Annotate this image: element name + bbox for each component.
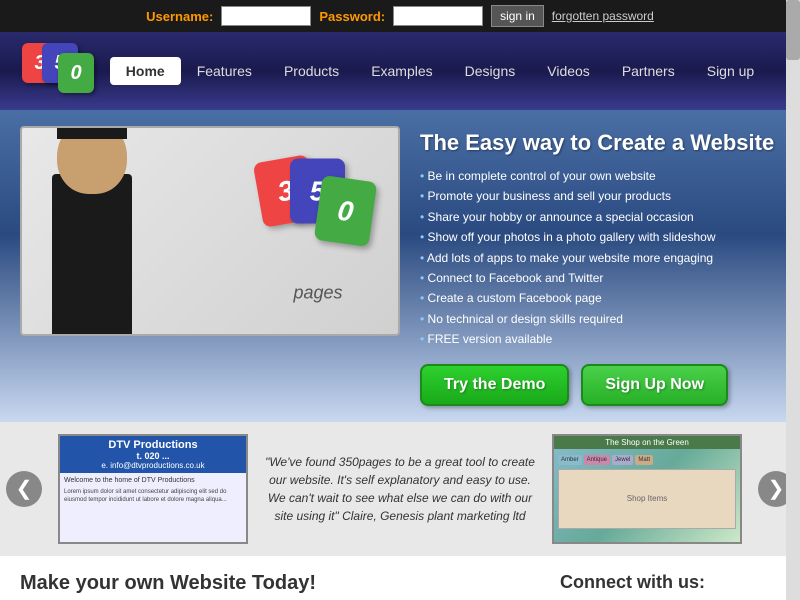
nav-item-home[interactable]: Home xyxy=(110,57,181,85)
carousel-image-shop: The Shop on the Green Amber Antique Jewe… xyxy=(552,434,742,544)
hero-feature-3: Share your hobby or announce a special o… xyxy=(420,207,780,227)
sign-up-button[interactable]: Sign Up Now xyxy=(581,364,728,406)
logo: 3 5 0 xyxy=(20,39,100,103)
username-label: Username: xyxy=(146,9,213,24)
dtv-phone: t. 020 ... xyxy=(66,451,240,461)
shop-image-inner: The Shop on the Green Amber Antique Jewe… xyxy=(554,436,740,542)
nav-item-examples[interactable]: Examples xyxy=(355,57,448,85)
hero-image: 3 5 0 pages xyxy=(20,126,400,336)
hero-feature-8: No technical or design skills required xyxy=(420,309,780,329)
password-input[interactable] xyxy=(393,6,483,26)
nav-item-partners[interactable]: Partners xyxy=(606,57,691,85)
testimonial-carousel: ❮ DTV Productions t. 020 ... e. info@dtv… xyxy=(0,422,800,556)
hero-feature-7: Create a custom Facebook page xyxy=(420,288,780,308)
signin-button[interactable]: sign in xyxy=(491,5,544,27)
username-input[interactable] xyxy=(221,6,311,26)
carousel-image-dtv: DTV Productions t. 020 ... e. info@dtvpr… xyxy=(58,434,248,544)
hero-feature-5: Add lots of apps to make your website mo… xyxy=(420,248,780,268)
carousel-content: DTV Productions t. 020 ... e. info@dtvpr… xyxy=(58,434,742,544)
forgotten-password-link[interactable]: forgotten password xyxy=(552,9,654,23)
connect-title: Connect with us: xyxy=(560,572,780,593)
scroll-thumb[interactable] xyxy=(786,0,800,60)
bottom-left: Make your own Website Today! Create your… xyxy=(20,572,540,600)
dtv-email: e. info@dtvproductions.co.uk xyxy=(66,461,240,470)
top-bar: Username: Password: sign in forgotten pa… xyxy=(0,0,800,32)
bottom-section: Make your own Website Today! Create your… xyxy=(0,556,800,600)
scrollbar[interactable] xyxy=(786,0,800,600)
try-demo-button[interactable]: Try the Demo xyxy=(420,364,569,406)
hero-card-0: 0 xyxy=(314,175,378,247)
nav-item-features[interactable]: Features xyxy=(181,57,268,85)
dtv-header: DTV Productions t. 020 ... e. info@dtvpr… xyxy=(60,436,246,473)
header: 3 5 0 Home Features Products Examples De… xyxy=(0,32,800,110)
hero-title: The Easy way to Create a Website xyxy=(420,130,780,156)
hero-feature-2: Promote your business and sell your prod… xyxy=(420,186,780,206)
shop-header: The Shop on the Green xyxy=(554,436,740,449)
testimonial-text: "We've found 350pages to be a great tool… xyxy=(264,453,536,525)
nav-item-products[interactable]: Products xyxy=(268,57,355,85)
logo-card-0: 0 xyxy=(58,53,94,93)
main-nav: Home Features Products Examples Designs … xyxy=(100,57,780,85)
hero-feature-4: Show off your photos in a photo gallery … xyxy=(420,227,780,247)
nav-item-designs[interactable]: Designs xyxy=(449,57,532,85)
hero-text: The Easy way to Create a Website Be in c… xyxy=(420,126,780,406)
bottom-right: Connect with us: f g+ t p su xyxy=(560,572,780,600)
carousel-left-arrow[interactable]: ❮ xyxy=(6,471,42,507)
nav-item-videos[interactable]: Videos xyxy=(531,57,606,85)
hero-feature-1: Be in complete control of your own websi… xyxy=(420,166,780,186)
dtv-name: DTV Productions xyxy=(66,439,240,451)
hero-pages-label: pages xyxy=(293,283,342,304)
bottom-left-title: Make your own Website Today! xyxy=(20,572,540,595)
hero-section: 3 5 0 pages The Easy way to Create a Web… xyxy=(0,110,800,422)
hero-features-list: Be in complete control of your own websi… xyxy=(420,166,780,350)
dtv-body: Welcome to the home of DTV Productions L… xyxy=(60,473,246,542)
nav-item-signup[interactable]: Sign up xyxy=(691,57,770,85)
hero-feature-6: Connect to Facebook and Twitter xyxy=(420,268,780,288)
hero-350-graphic: 3 5 0 pages xyxy=(258,159,378,304)
hero-feature-9: FREE version available xyxy=(420,329,780,349)
password-label: Password: xyxy=(319,9,385,24)
hero-buttons: Try the Demo Sign Up Now xyxy=(420,364,780,406)
